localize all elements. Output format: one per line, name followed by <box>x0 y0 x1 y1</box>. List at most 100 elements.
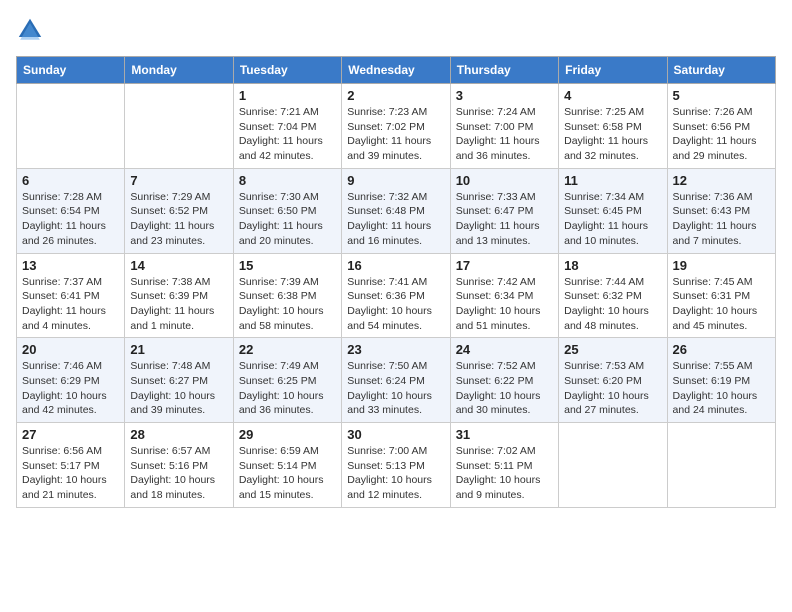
day-number: 8 <box>239 173 336 188</box>
header <box>16 16 776 44</box>
day-number: 24 <box>456 342 553 357</box>
day-details: Sunrise: 7:00 AMSunset: 5:13 PMDaylight:… <box>347 444 444 503</box>
day-details: Sunrise: 7:32 AMSunset: 6:48 PMDaylight:… <box>347 190 444 249</box>
day-header-friday: Friday <box>559 57 667 84</box>
day-number: 12 <box>673 173 770 188</box>
day-number: 27 <box>22 427 119 442</box>
day-cell <box>17 84 125 169</box>
day-details: Sunrise: 7:28 AMSunset: 6:54 PMDaylight:… <box>22 190 119 249</box>
day-details: Sunrise: 7:30 AMSunset: 6:50 PMDaylight:… <box>239 190 336 249</box>
logo <box>16 16 48 44</box>
day-number: 22 <box>239 342 336 357</box>
day-number: 5 <box>673 88 770 103</box>
day-cell: 23 Sunrise: 7:50 AMSunset: 6:24 PMDayligh… <box>342 338 450 423</box>
day-details: Sunrise: 7:48 AMSunset: 6:27 PMDaylight:… <box>130 359 227 418</box>
day-details: Sunrise: 7:39 AMSunset: 6:38 PMDaylight:… <box>239 275 336 334</box>
week-row-5: 27Sunrise: 6:56 AMSunset: 5:17 PMDayligh… <box>17 423 776 508</box>
day-details: Sunrise: 7:25 AMSunset: 6:58 PMDaylight:… <box>564 105 661 164</box>
day-cell: 3 Sunrise: 7:24 AMSunset: 7:00 PMDaylight… <box>450 84 558 169</box>
day-cell: 12 Sunrise: 7:36 AMSunset: 6:43 PMDayligh… <box>667 168 775 253</box>
day-number: 21 <box>130 342 227 357</box>
day-cell: 22 Sunrise: 7:49 AMSunset: 6:25 PMDayligh… <box>233 338 341 423</box>
day-details: Sunrise: 7:45 AMSunset: 6:31 PMDaylight:… <box>673 275 770 334</box>
day-cell <box>125 84 233 169</box>
day-number: 18 <box>564 258 661 273</box>
day-header-sunday: Sunday <box>17 57 125 84</box>
day-cell: 31 Sunrise: 7:02 AMSunset: 5:11 PMDayligh… <box>450 423 558 508</box>
day-cell: 2 Sunrise: 7:23 AMSunset: 7:02 PMDaylight… <box>342 84 450 169</box>
day-details: Sunrise: 7:53 AMSunset: 6:20 PMDaylight:… <box>564 359 661 418</box>
day-cell: 9 Sunrise: 7:32 AMSunset: 6:48 PMDaylight… <box>342 168 450 253</box>
day-header-wednesday: Wednesday <box>342 57 450 84</box>
day-header-thursday: Thursday <box>450 57 558 84</box>
day-details: Sunrise: 7:37 AMSunset: 6:41 PMDaylight:… <box>22 275 119 334</box>
day-details: Sunrise: 7:50 AMSunset: 6:24 PMDaylight:… <box>347 359 444 418</box>
day-cell: 28Sunrise: 6:57 AMSunset: 5:16 PMDayligh… <box>125 423 233 508</box>
day-cell <box>559 423 667 508</box>
day-cell: 4 Sunrise: 7:25 AMSunset: 6:58 PMDaylight… <box>559 84 667 169</box>
calendar-header-row: SundayMondayTuesdayWednesdayThursdayFrid… <box>17 57 776 84</box>
day-number: 29 <box>239 427 336 442</box>
week-row-1: 1Sunrise: 7:21 AMSunset: 7:04 PMDaylight… <box>17 84 776 169</box>
day-number: 17 <box>456 258 553 273</box>
day-cell: 25Sunrise: 7:53 AMSunset: 6:20 PMDayligh… <box>559 338 667 423</box>
day-cell <box>667 423 775 508</box>
day-cell: 17 Sunrise: 7:42 AMSunset: 6:34 PMDayligh… <box>450 253 558 338</box>
day-details: Sunrise: 7:42 AMSunset: 6:34 PMDaylight:… <box>456 275 553 334</box>
day-cell: 11 Sunrise: 7:34 AMSunset: 6:45 PMDayligh… <box>559 168 667 253</box>
calendar: SundayMondayTuesdayWednesdayThursdayFrid… <box>16 56 776 508</box>
day-details: Sunrise: 7:02 AMSunset: 5:11 PMDaylight:… <box>456 444 553 503</box>
day-details: Sunrise: 7:52 AMSunset: 6:22 PMDaylight:… <box>456 359 553 418</box>
day-cell: 21 Sunrise: 7:48 AMSunset: 6:27 PMDayligh… <box>125 338 233 423</box>
week-row-2: 6 Sunrise: 7:28 AMSunset: 6:54 PMDaylight… <box>17 168 776 253</box>
day-number: 28 <box>130 427 227 442</box>
day-number: 9 <box>347 173 444 188</box>
day-details: Sunrise: 7:26 AMSunset: 6:56 PMDaylight:… <box>673 105 770 164</box>
day-details: Sunrise: 7:33 AMSunset: 6:47 PMDaylight:… <box>456 190 553 249</box>
day-details: Sunrise: 7:23 AMSunset: 7:02 PMDaylight:… <box>347 105 444 164</box>
day-header-monday: Monday <box>125 57 233 84</box>
day-number: 31 <box>456 427 553 442</box>
day-cell: 8 Sunrise: 7:30 AMSunset: 6:50 PMDaylight… <box>233 168 341 253</box>
day-cell: 15Sunrise: 7:39 AMSunset: 6:38 PMDayligh… <box>233 253 341 338</box>
day-number: 16 <box>347 258 444 273</box>
day-details: Sunrise: 7:55 AMSunset: 6:19 PMDaylight:… <box>673 359 770 418</box>
day-cell: 1Sunrise: 7:21 AMSunset: 7:04 PMDaylight… <box>233 84 341 169</box>
day-cell: 29 Sunrise: 6:59 AMSunset: 5:14 PMDayligh… <box>233 423 341 508</box>
day-header-saturday: Saturday <box>667 57 775 84</box>
day-cell: 20 Sunrise: 7:46 AMSunset: 6:29 PMDayligh… <box>17 338 125 423</box>
day-header-tuesday: Tuesday <box>233 57 341 84</box>
logo-icon <box>16 16 44 44</box>
day-number: 11 <box>564 173 661 188</box>
day-details: Sunrise: 7:44 AMSunset: 6:32 PMDaylight:… <box>564 275 661 334</box>
day-number: 1 <box>239 88 336 103</box>
day-number: 2 <box>347 88 444 103</box>
day-details: Sunrise: 7:36 AMSunset: 6:43 PMDaylight:… <box>673 190 770 249</box>
day-cell: 19Sunrise: 7:45 AMSunset: 6:31 PMDayligh… <box>667 253 775 338</box>
day-cell: 5 Sunrise: 7:26 AMSunset: 6:56 PMDaylight… <box>667 84 775 169</box>
day-number: 23 <box>347 342 444 357</box>
day-number: 20 <box>22 342 119 357</box>
day-number: 4 <box>564 88 661 103</box>
day-details: Sunrise: 7:29 AMSunset: 6:52 PMDaylight:… <box>130 190 227 249</box>
day-cell: 7Sunrise: 7:29 AMSunset: 6:52 PMDaylight… <box>125 168 233 253</box>
day-details: Sunrise: 7:41 AMSunset: 6:36 PMDaylight:… <box>347 275 444 334</box>
day-number: 14 <box>130 258 227 273</box>
day-details: Sunrise: 7:24 AMSunset: 7:00 PMDaylight:… <box>456 105 553 164</box>
week-row-3: 13Sunrise: 7:37 AMSunset: 6:41 PMDayligh… <box>17 253 776 338</box>
day-number: 26 <box>673 342 770 357</box>
day-cell: 30Sunrise: 7:00 AMSunset: 5:13 PMDayligh… <box>342 423 450 508</box>
day-cell: 13Sunrise: 7:37 AMSunset: 6:41 PMDayligh… <box>17 253 125 338</box>
day-cell: 14 Sunrise: 7:38 AMSunset: 6:39 PMDayligh… <box>125 253 233 338</box>
day-cell: 27Sunrise: 6:56 AMSunset: 5:17 PMDayligh… <box>17 423 125 508</box>
day-number: 3 <box>456 88 553 103</box>
day-details: Sunrise: 7:38 AMSunset: 6:39 PMDaylight:… <box>130 275 227 334</box>
day-details: Sunrise: 7:34 AMSunset: 6:45 PMDaylight:… <box>564 190 661 249</box>
day-number: 6 <box>22 173 119 188</box>
day-details: Sunrise: 7:49 AMSunset: 6:25 PMDaylight:… <box>239 359 336 418</box>
day-cell: 18 Sunrise: 7:44 AMSunset: 6:32 PMDayligh… <box>559 253 667 338</box>
day-cell: 6 Sunrise: 7:28 AMSunset: 6:54 PMDaylight… <box>17 168 125 253</box>
day-cell: 24 Sunrise: 7:52 AMSunset: 6:22 PMDayligh… <box>450 338 558 423</box>
day-details: Sunrise: 6:59 AMSunset: 5:14 PMDaylight:… <box>239 444 336 503</box>
day-details: Sunrise: 7:46 AMSunset: 6:29 PMDaylight:… <box>22 359 119 418</box>
